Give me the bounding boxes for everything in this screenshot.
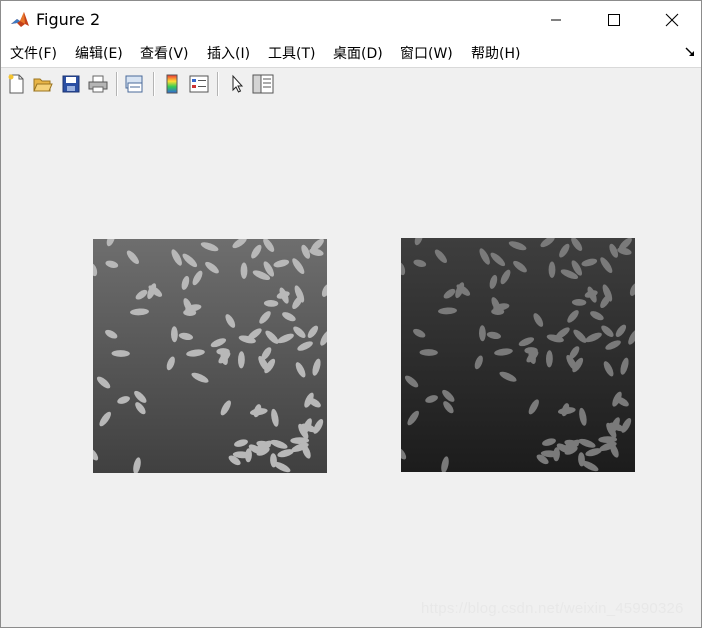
- save-button[interactable]: [60, 73, 82, 95]
- link-plot-icon: [125, 75, 143, 93]
- close-button[interactable]: [643, 1, 701, 39]
- open-file-button[interactable]: [32, 73, 54, 95]
- image-background: [401, 238, 635, 472]
- window-title: Figure 2: [36, 10, 101, 29]
- menu-tools[interactable]: 工具(T): [268, 45, 315, 63]
- image-background: [93, 239, 327, 473]
- property-inspector-icon: [252, 74, 274, 94]
- print-icon: [88, 75, 108, 93]
- figure-canvas[interactable]: https://blog.csdn.net/weixin_45990326: [1, 102, 701, 627]
- menu-file[interactable]: 文件(F): [10, 45, 57, 63]
- maximize-button[interactable]: [585, 1, 643, 39]
- insert-colorbar-icon: [166, 74, 178, 94]
- menu-edit[interactable]: 编辑(E): [75, 45, 123, 63]
- figure-toolbar: [1, 67, 701, 103]
- close-icon: [665, 13, 679, 27]
- link-plot-button[interactable]: [124, 73, 146, 95]
- original-rice-image: [93, 239, 327, 473]
- menu-bar: 文件(F) 编辑(E) 查看(V) 插入(I) 工具(T) 桌面(D) 窗口(W…: [1, 39, 701, 67]
- menu-insert[interactable]: 插入(I): [207, 45, 250, 63]
- toolbar-separator: [153, 72, 155, 96]
- print-button[interactable]: [87, 73, 109, 95]
- rice-grain: [548, 261, 556, 278]
- minimize-icon: [551, 19, 561, 21]
- axes-right[interactable]: [401, 238, 635, 472]
- new-figure-icon: [8, 74, 24, 94]
- matlab-logo-icon: [10, 10, 30, 30]
- rice-grain: [240, 262, 248, 279]
- axes-left[interactable]: [93, 239, 327, 473]
- maximize-icon: [608, 14, 620, 26]
- new-figure-button[interactable]: [5, 73, 27, 95]
- darkened-rice-image: [401, 238, 635, 472]
- insert-legend-icon: [189, 75, 209, 93]
- insert-legend-button[interactable]: [188, 73, 210, 95]
- title-bar[interactable]: Figure 2: [1, 1, 701, 39]
- menu-view[interactable]: 查看(V): [140, 45, 189, 63]
- property-inspector-button[interactable]: [252, 73, 274, 95]
- minimize-button[interactable]: [527, 1, 585, 39]
- menu-help[interactable]: 帮助(H): [471, 45, 520, 63]
- dock-arrow-icon[interactable]: [685, 47, 695, 57]
- watermark-text: https://blog.csdn.net/weixin_45990326: [421, 600, 684, 617]
- save-icon: [62, 75, 80, 93]
- toolbar-separator: [116, 72, 118, 96]
- menu-desktop[interactable]: 桌面(D): [333, 45, 383, 63]
- open-file-icon: [33, 78, 53, 92]
- insert-colorbar-button[interactable]: [161, 73, 183, 95]
- figure-window: Figure 2 文件(F) 编辑(E) 查看(V) 插入(I) 工具(T) 桌…: [0, 0, 702, 628]
- toolbar-separator: [217, 72, 219, 96]
- menu-window[interactable]: 窗口(W): [400, 45, 453, 63]
- edit-plot-button[interactable]: [226, 73, 248, 95]
- edit-plot-arrow-icon: [232, 74, 244, 93]
